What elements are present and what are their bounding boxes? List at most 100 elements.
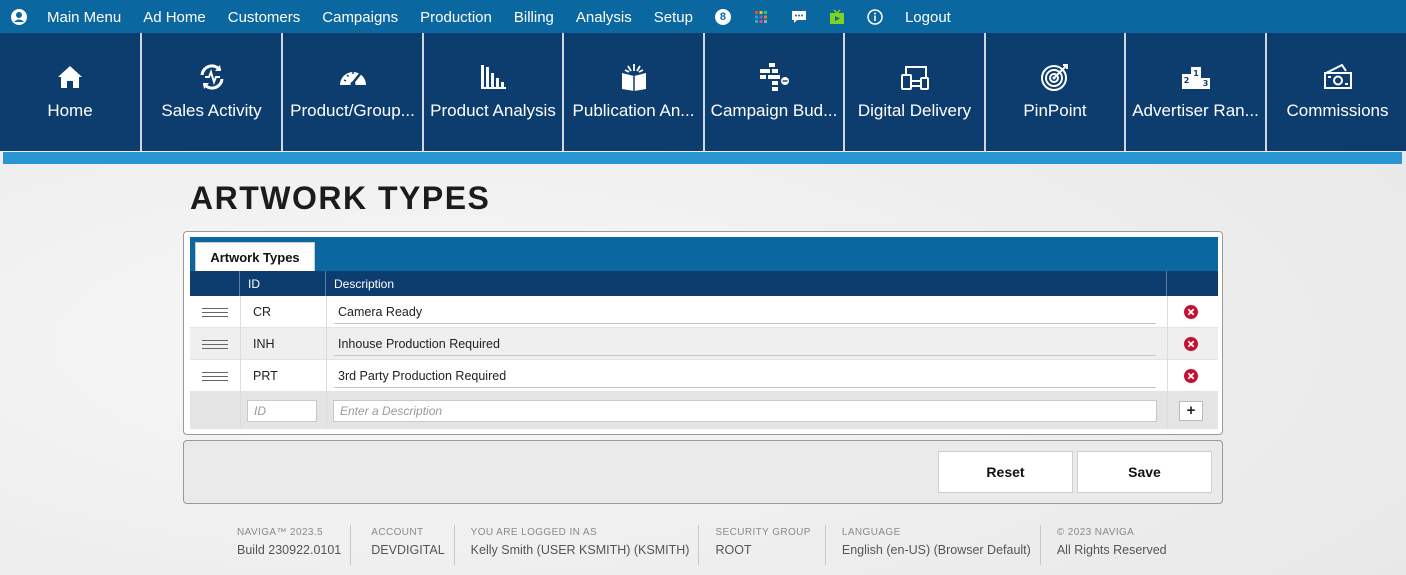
save-button[interactable]: Save bbox=[1077, 451, 1212, 493]
drag-handle[interactable] bbox=[202, 296, 228, 328]
tile-label: PinPoint bbox=[1023, 101, 1087, 120]
footer-copyright: © 2023 NAVIGA All Rights Reserved bbox=[1039, 525, 1176, 565]
new-id-input[interactable]: ID bbox=[247, 399, 317, 422]
footer-caption: SECURITY GROUP bbox=[715, 527, 811, 538]
tile-label: Digital Delivery bbox=[857, 101, 972, 120]
reset-button[interactable]: Reset bbox=[938, 451, 1073, 493]
devices-icon bbox=[900, 66, 929, 90]
tv-icon[interactable] bbox=[829, 9, 845, 25]
delete-row-button[interactable] bbox=[1184, 328, 1198, 360]
row-id: CR bbox=[253, 305, 272, 319]
footer-value: ROOT bbox=[715, 543, 752, 557]
menu-ad-home[interactable]: Ad Home bbox=[143, 9, 206, 26]
new-description-cell: Enter a Description bbox=[333, 392, 1157, 429]
table-row: INH Inhouse Production Required bbox=[190, 328, 1218, 360]
row-description[interactable]: Camera Ready bbox=[334, 296, 1156, 328]
gauge-icon bbox=[339, 72, 366, 87]
artwork-types-panel: Artwork Types ID Description CR Camera R… bbox=[183, 231, 1223, 435]
header-description[interactable]: Description bbox=[326, 271, 1167, 296]
menu-production[interactable]: Production bbox=[420, 9, 492, 26]
new-id-cell: ID bbox=[247, 392, 317, 429]
tile-sales-activity[interactable]: Sales Activity bbox=[142, 33, 281, 151]
footer-value: Build 230922.0101 bbox=[237, 543, 342, 557]
sales-activity-icon bbox=[200, 64, 223, 90]
app-grid-icon[interactable] bbox=[753, 9, 769, 25]
tile-label: Sales Activity bbox=[161, 101, 262, 120]
badge-count: 8 bbox=[714, 9, 731, 25]
tile-label: Product/Group... bbox=[290, 101, 415, 120]
chat-icon[interactable] bbox=[791, 9, 807, 25]
delete-icon bbox=[1184, 305, 1198, 319]
delete-row-button[interactable] bbox=[1184, 296, 1198, 328]
add-row-button[interactable]: + bbox=[1179, 400, 1203, 421]
menu-setup[interactable]: Setup bbox=[654, 9, 693, 26]
row-id: PRT bbox=[253, 369, 278, 383]
menu-customers[interactable]: Customers bbox=[228, 9, 301, 26]
delete-icon bbox=[1184, 369, 1198, 383]
home-icon bbox=[58, 66, 82, 88]
tile-commissions[interactable]: Commissions bbox=[1267, 33, 1406, 151]
footer-value: Kelly Smith (USER KSMITH) (KSMITH) bbox=[470, 543, 690, 557]
budget-blocks-icon bbox=[760, 63, 789, 91]
footer-security-group: SECURITY GROUP ROOT bbox=[698, 525, 824, 565]
footer-account: ACCOUNT DEVDIGITAL bbox=[350, 525, 453, 565]
delete-row-button[interactable] bbox=[1184, 360, 1198, 392]
svg-text:2: 2 bbox=[1183, 76, 1189, 85]
grid-header: ID Description bbox=[190, 271, 1218, 296]
tile-campaign-budget[interactable]: Campaign Bud... bbox=[705, 33, 843, 151]
footer-caption: YOU ARE LOGGED IN AS bbox=[470, 527, 598, 538]
tile-label: Publication An... bbox=[572, 101, 695, 120]
column-divider bbox=[240, 296, 241, 429]
footer-version: NAVIGA™ 2023.5 Build 230922.0101 bbox=[228, 525, 350, 565]
info-icon[interactable] bbox=[867, 9, 883, 25]
new-row: ID Enter a Description + bbox=[190, 392, 1218, 429]
table-row: CR Camera Ready bbox=[190, 296, 1218, 328]
new-description-input[interactable]: Enter a Description bbox=[333, 399, 1157, 422]
drag-handle[interactable] bbox=[202, 360, 228, 392]
footer-caption: NAVIGA™ 2023.5 bbox=[237, 527, 324, 538]
top-menu-bar: Main Menu Ad Home Customers Campaigns Pr… bbox=[0, 0, 1406, 34]
podium-icon: 12 3 bbox=[1181, 67, 1210, 89]
table-row: PRT 3rd Party Production Required bbox=[190, 360, 1218, 392]
accent-bar bbox=[3, 152, 1402, 164]
page-title: ARTWORK TYPES bbox=[190, 180, 491, 216]
footer: NAVIGA™ 2023.5 Build 230922.0101 ACCOUNT… bbox=[228, 525, 1176, 565]
footer-caption: ACCOUNT bbox=[371, 527, 424, 538]
row-description[interactable]: 3rd Party Production Required bbox=[334, 360, 1156, 392]
footer-caption: LANGUAGE bbox=[841, 527, 901, 538]
svg-text:3: 3 bbox=[1202, 79, 1208, 88]
column-divider bbox=[326, 296, 327, 429]
tile-label: Commissions bbox=[1286, 101, 1389, 120]
footer-value: DEVDIGITAL bbox=[371, 543, 445, 557]
user-icon[interactable] bbox=[11, 9, 27, 25]
tile-pinpoint[interactable]: PinPoint bbox=[986, 33, 1124, 151]
header-id[interactable]: ID bbox=[240, 271, 326, 296]
header-actions bbox=[1167, 271, 1218, 296]
tile-advertiser-ranking[interactable]: 12 3 Advertiser Ran... bbox=[1126, 33, 1265, 151]
svg-text:1: 1 bbox=[1193, 69, 1199, 78]
menu-billing[interactable]: Billing bbox=[514, 9, 554, 26]
footer-value: English (en-US) (Browser Default) bbox=[841, 543, 1031, 557]
open-book-icon bbox=[621, 64, 646, 91]
tile-home[interactable]: Home bbox=[0, 33, 140, 151]
tile-product-analysis[interactable]: Product Analysis bbox=[424, 33, 562, 151]
tile-digital-delivery[interactable]: Digital Delivery bbox=[845, 33, 984, 151]
menu-main-menu[interactable]: Main Menu bbox=[47, 9, 121, 26]
logout-link[interactable]: Logout bbox=[905, 9, 951, 26]
drag-handle[interactable] bbox=[202, 328, 228, 360]
tab-artwork-types[interactable]: Artwork Types bbox=[195, 242, 315, 271]
row-description[interactable]: Inhouse Production Required bbox=[334, 328, 1156, 360]
footer-user: YOU ARE LOGGED IN AS Kelly Smith (USER K… bbox=[453, 525, 699, 565]
notification-badge[interactable]: 8 bbox=[714, 9, 731, 25]
tile-label: Product Analysis bbox=[430, 101, 556, 120]
menu-analysis[interactable]: Analysis bbox=[576, 9, 632, 26]
dashboard-tiles: Home Sales Activity Product/Group... Pro… bbox=[0, 33, 1406, 151]
tile-product-group[interactable]: Product/Group... bbox=[283, 33, 422, 151]
menu-campaigns[interactable]: Campaigns bbox=[322, 9, 398, 26]
tile-publication-analysis[interactable]: Publication An... bbox=[564, 33, 703, 151]
footer-caption: © 2023 NAVIGA bbox=[1056, 527, 1135, 538]
header-handle bbox=[190, 271, 240, 296]
column-divider bbox=[1167, 296, 1168, 429]
tile-label: Advertiser Ran... bbox=[1132, 101, 1259, 120]
tile-label: Home bbox=[47, 101, 93, 120]
